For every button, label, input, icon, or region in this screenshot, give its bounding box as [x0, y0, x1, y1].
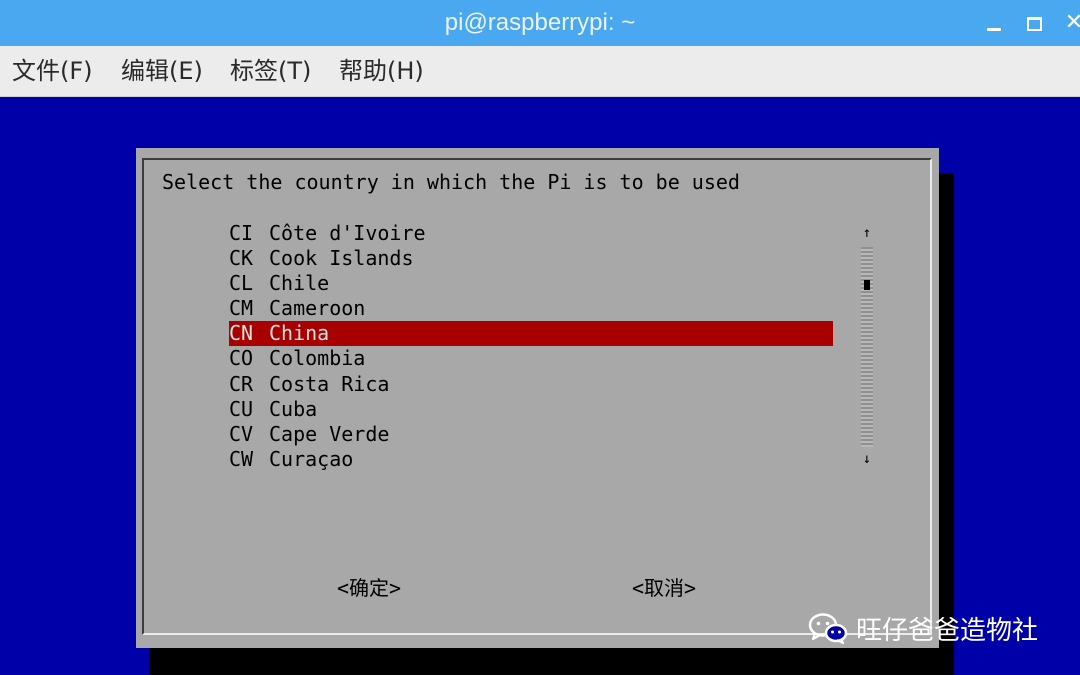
list-item[interactable]: CR Costa Rica — [229, 372, 833, 397]
close-icon: ✕ — [1064, 10, 1080, 35]
cancel-button[interactable]: <取消> — [632, 572, 696, 601]
country-code: CO — [229, 346, 254, 371]
country-code: CL — [229, 271, 254, 296]
country-name: Curaçao — [269, 446, 354, 471]
menu-bar: 文件(F) 编辑(E) 标签(T) 帮助(H) — [0, 46, 1080, 97]
watermark-text: 旺仔爸爸造物社 — [856, 616, 1039, 646]
list-item[interactable]: CW Curaçao — [229, 447, 833, 472]
ok-button[interactable]: <确定> — [337, 572, 401, 601]
country-name: Cape Verde — [269, 421, 390, 446]
menu-tabs[interactable]: 标签(T) — [230, 46, 311, 96]
country-name: Colombia — [269, 346, 366, 371]
arrow-up-icon[interactable]: ↑ — [855, 225, 879, 241]
scrollbar-track[interactable] — [861, 247, 873, 447]
country-code: CM — [229, 296, 254, 321]
list-item[interactable]: CI Côte d'Ivoire — [229, 221, 833, 246]
minimize-icon — [987, 28, 1001, 31]
list-item[interactable]: CL Chile — [229, 271, 833, 296]
country-name: Chile — [269, 271, 330, 296]
list-scrollbar[interactable]: ↑ ↓ — [855, 225, 879, 470]
list-item[interactable]: CU Cuba — [229, 397, 833, 422]
list-item[interactable]: CO Colombia — [229, 346, 833, 371]
country-code: CR — [229, 371, 254, 396]
country-name: Côte d'Ivoire — [269, 221, 426, 245]
country-name: Costa Rica — [269, 371, 390, 396]
list-item[interactable]: CM Cameroon — [229, 296, 833, 321]
dialog-prompt: Select the country in which the Pi is to… — [162, 170, 740, 194]
country-name: Cook Islands — [269, 246, 414, 271]
country-list: CI Côte d'Ivoire CK Cook Islands CL Chile C… — [229, 221, 833, 472]
menu-edit[interactable]: 编辑(E) — [121, 46, 203, 96]
menu-help[interactable]: 帮助(H) — [339, 46, 424, 96]
country-name: Cameroon — [269, 296, 366, 321]
menu-file[interactable]: 文件(F) — [12, 46, 93, 96]
country-code: CI — [229, 221, 254, 245]
country-code: CN — [229, 321, 254, 346]
window-title: pi@raspberrypi: ~ — [444, 9, 636, 36]
country-code: CW — [229, 446, 254, 471]
country-code: CV — [229, 421, 254, 446]
minimize-button[interactable] — [976, 4, 1012, 42]
scrollbar-thumb[interactable] — [864, 280, 870, 290]
maximize-button[interactable] — [1016, 4, 1052, 42]
title-bar: pi@raspberrypi: ~ ✕ — [0, 0, 1080, 46]
list-item[interactable]: CV Cape Verde — [229, 422, 833, 447]
close-button[interactable]: ✕ — [1056, 4, 1080, 42]
country-name: Cuba — [269, 396, 318, 421]
list-item[interactable]: CN China — [229, 321, 833, 347]
country-code: CU — [229, 396, 254, 421]
country-code: CK — [229, 246, 254, 271]
arrow-down-icon[interactable]: ↓ — [855, 451, 879, 467]
wechat-icon — [808, 613, 848, 644]
country-name: China — [269, 321, 330, 346]
list-item[interactable]: CK Cook Islands — [229, 246, 833, 271]
maximize-icon — [1027, 17, 1042, 31]
